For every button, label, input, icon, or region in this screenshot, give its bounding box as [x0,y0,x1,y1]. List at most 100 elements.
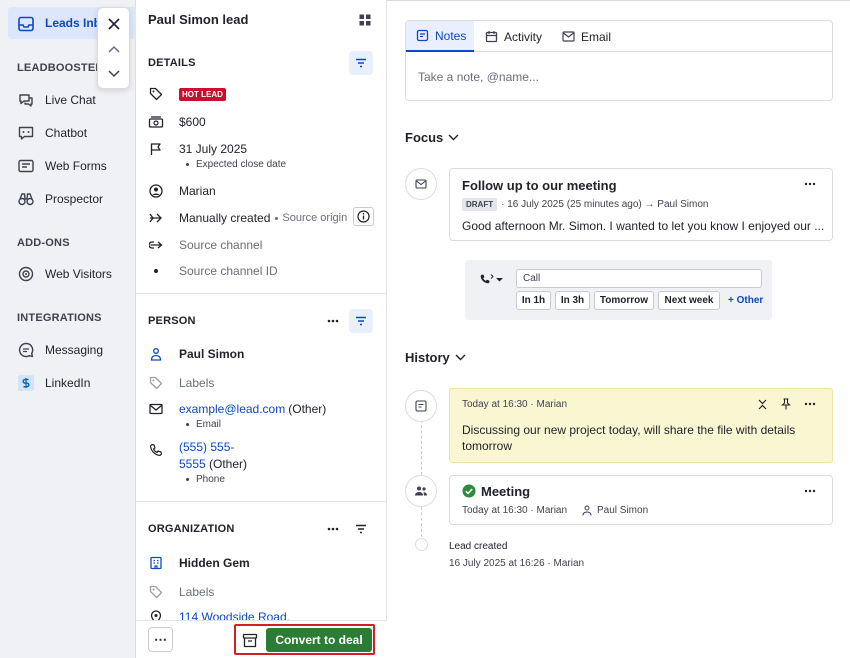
sidebar-section-title: LEADBOOSTER [17,62,104,74]
email-type: (Other) [288,402,327,416]
organization-name: Hidden Gem [179,556,250,570]
sidebar-item-prospector[interactable]: Prospector [17,189,135,209]
close-date-note: Expected close date [186,159,286,170]
filter-icon[interactable] [349,51,373,75]
mail-icon [405,168,437,200]
more-icon[interactable] [324,312,342,330]
meeting-participant: Paul Simon [597,505,649,516]
person-labels-field[interactable]: Labels [148,375,214,391]
person-email-field[interactable]: example@lead.com (Other) [148,401,326,417]
person-phone-line1[interactable]: (555) 555- [179,440,234,454]
email-meta: DRAFT · 16 July 2025 (25 minutes ago) → … [462,198,708,211]
person-icon [148,346,164,362]
organization-heading: ORGANIZATION [148,523,235,535]
source-origin-field[interactable]: Manually created Source origin [148,210,347,226]
note-text-line1: Discussing our new project today, will s… [462,423,796,437]
sidebar-item-linkedin[interactable]: LinkedIn [17,373,135,393]
person-name: Paul Simon [179,347,245,361]
chevron-down-icon[interactable] [105,66,123,82]
section-divider [136,501,387,502]
focus-toggle[interactable]: Focus [405,130,459,145]
info-icon[interactable] [353,207,374,226]
tab-label: Notes [435,28,467,43]
history-heading: History [405,350,450,365]
chevron-down-icon [448,134,459,141]
chatbot-icon [17,124,35,142]
check-circle-icon[interactable] [462,484,476,498]
sidebar-item-chatbot[interactable]: Chatbot [17,123,135,143]
source-channel-id-field[interactable]: Source channel ID [148,263,278,279]
organization-labels-field[interactable]: Labels [148,584,214,600]
filter-icon[interactable] [349,309,373,333]
activity-type-input[interactable]: Call [516,269,762,288]
quick-in-3h-button[interactable]: In 3h [555,291,590,310]
collapse-icon[interactable] [755,397,769,411]
more-icon[interactable] [324,520,342,538]
note-input[interactable]: Take a note, @name... [418,70,539,84]
label-field[interactable]: HOT LEAD [148,86,226,102]
value-field[interactable]: $600 [148,114,206,130]
email-note-text: Email [196,419,222,430]
money-icon [148,114,164,130]
tab-label: Activity [504,29,543,44]
tag-icon [148,584,164,600]
live-chat-icon [17,91,35,109]
more-icon[interactable] [801,176,819,192]
more-actions-button[interactable]: ⋯ [148,627,173,652]
organization-labels: Labels [179,585,215,599]
sidebar-item-label: Live Chat [45,93,96,107]
flag-icon [148,141,164,157]
filter-icon[interactable] [352,520,370,538]
sidebar-item-label: Chatbot [45,126,88,140]
sidebar-item-messaging[interactable]: Messaging [17,340,135,360]
history-toggle[interactable]: History [405,350,466,365]
note-icon [415,29,429,43]
sidebar-item-label: Web Visitors [45,267,112,281]
tag-icon [148,86,164,102]
person-name-field[interactable]: Paul Simon [148,346,244,362]
close-date: 31 July 2025 [179,142,248,156]
pin-icon[interactable] [779,397,793,411]
quick-next-week-button[interactable]: Next week [658,291,720,310]
tab-email[interactable]: Email [561,21,611,52]
chevron-up-icon[interactable] [105,41,123,57]
close-date-field[interactable]: 31 July 2025 [148,141,247,157]
person-email[interactable]: example@lead.com [179,402,285,416]
page-title: Paul Simon lead [148,12,249,27]
person-phone-line2[interactable]: 5555 [179,457,206,471]
timeline-line [421,507,422,537]
building-icon [148,555,164,571]
close-icon[interactable] [105,15,123,33]
sidebar-item-label: Leads Inbox [45,16,97,30]
tab-notes[interactable]: Notes [406,21,474,52]
phone-note: Phone [186,474,225,485]
source-origin: Manually created [179,211,271,225]
person-labels: Labels [179,376,215,390]
draft-badge: DRAFT [462,198,498,211]
meeting-card[interactable] [449,475,833,525]
timeline-dot [415,538,428,551]
source-channel-id: Source channel ID [179,264,278,278]
owner-field[interactable]: Marian [148,183,216,199]
hot-lead-badge: HOT LEAD [179,87,226,101]
source-arrow-icon [148,210,164,226]
mail-icon [561,30,575,44]
organization-name-field[interactable]: Hidden Gem [148,555,250,571]
more-icon[interactable] [801,484,819,498]
linkedin-icon [17,374,35,392]
quick-other-link[interactable]: + Other [728,295,763,306]
more-icon[interactable] [801,397,819,411]
tab-activity[interactable]: Activity [484,21,542,52]
convert-to-deal-button[interactable]: Convert to deal [266,628,372,652]
grid-icon[interactable] [357,12,373,28]
archive-icon[interactable] [238,628,262,652]
phone-dropdown-icon[interactable] [478,271,506,287]
sidebar-item-web-visitors[interactable]: Web Visitors [17,264,135,284]
details-heading: DETAILS [148,57,196,69]
source-channel-field[interactable]: Source channel [148,237,262,253]
quick-in-1h-button[interactable]: In 1h [516,291,551,310]
sidebar-item-live-chat[interactable]: Live Chat [17,90,135,110]
sidebar-item-web-forms[interactable]: Web Forms [17,156,135,176]
lead-created-label: Lead created [449,541,508,552]
quick-tomorrow-button[interactable]: Tomorrow [594,291,654,310]
